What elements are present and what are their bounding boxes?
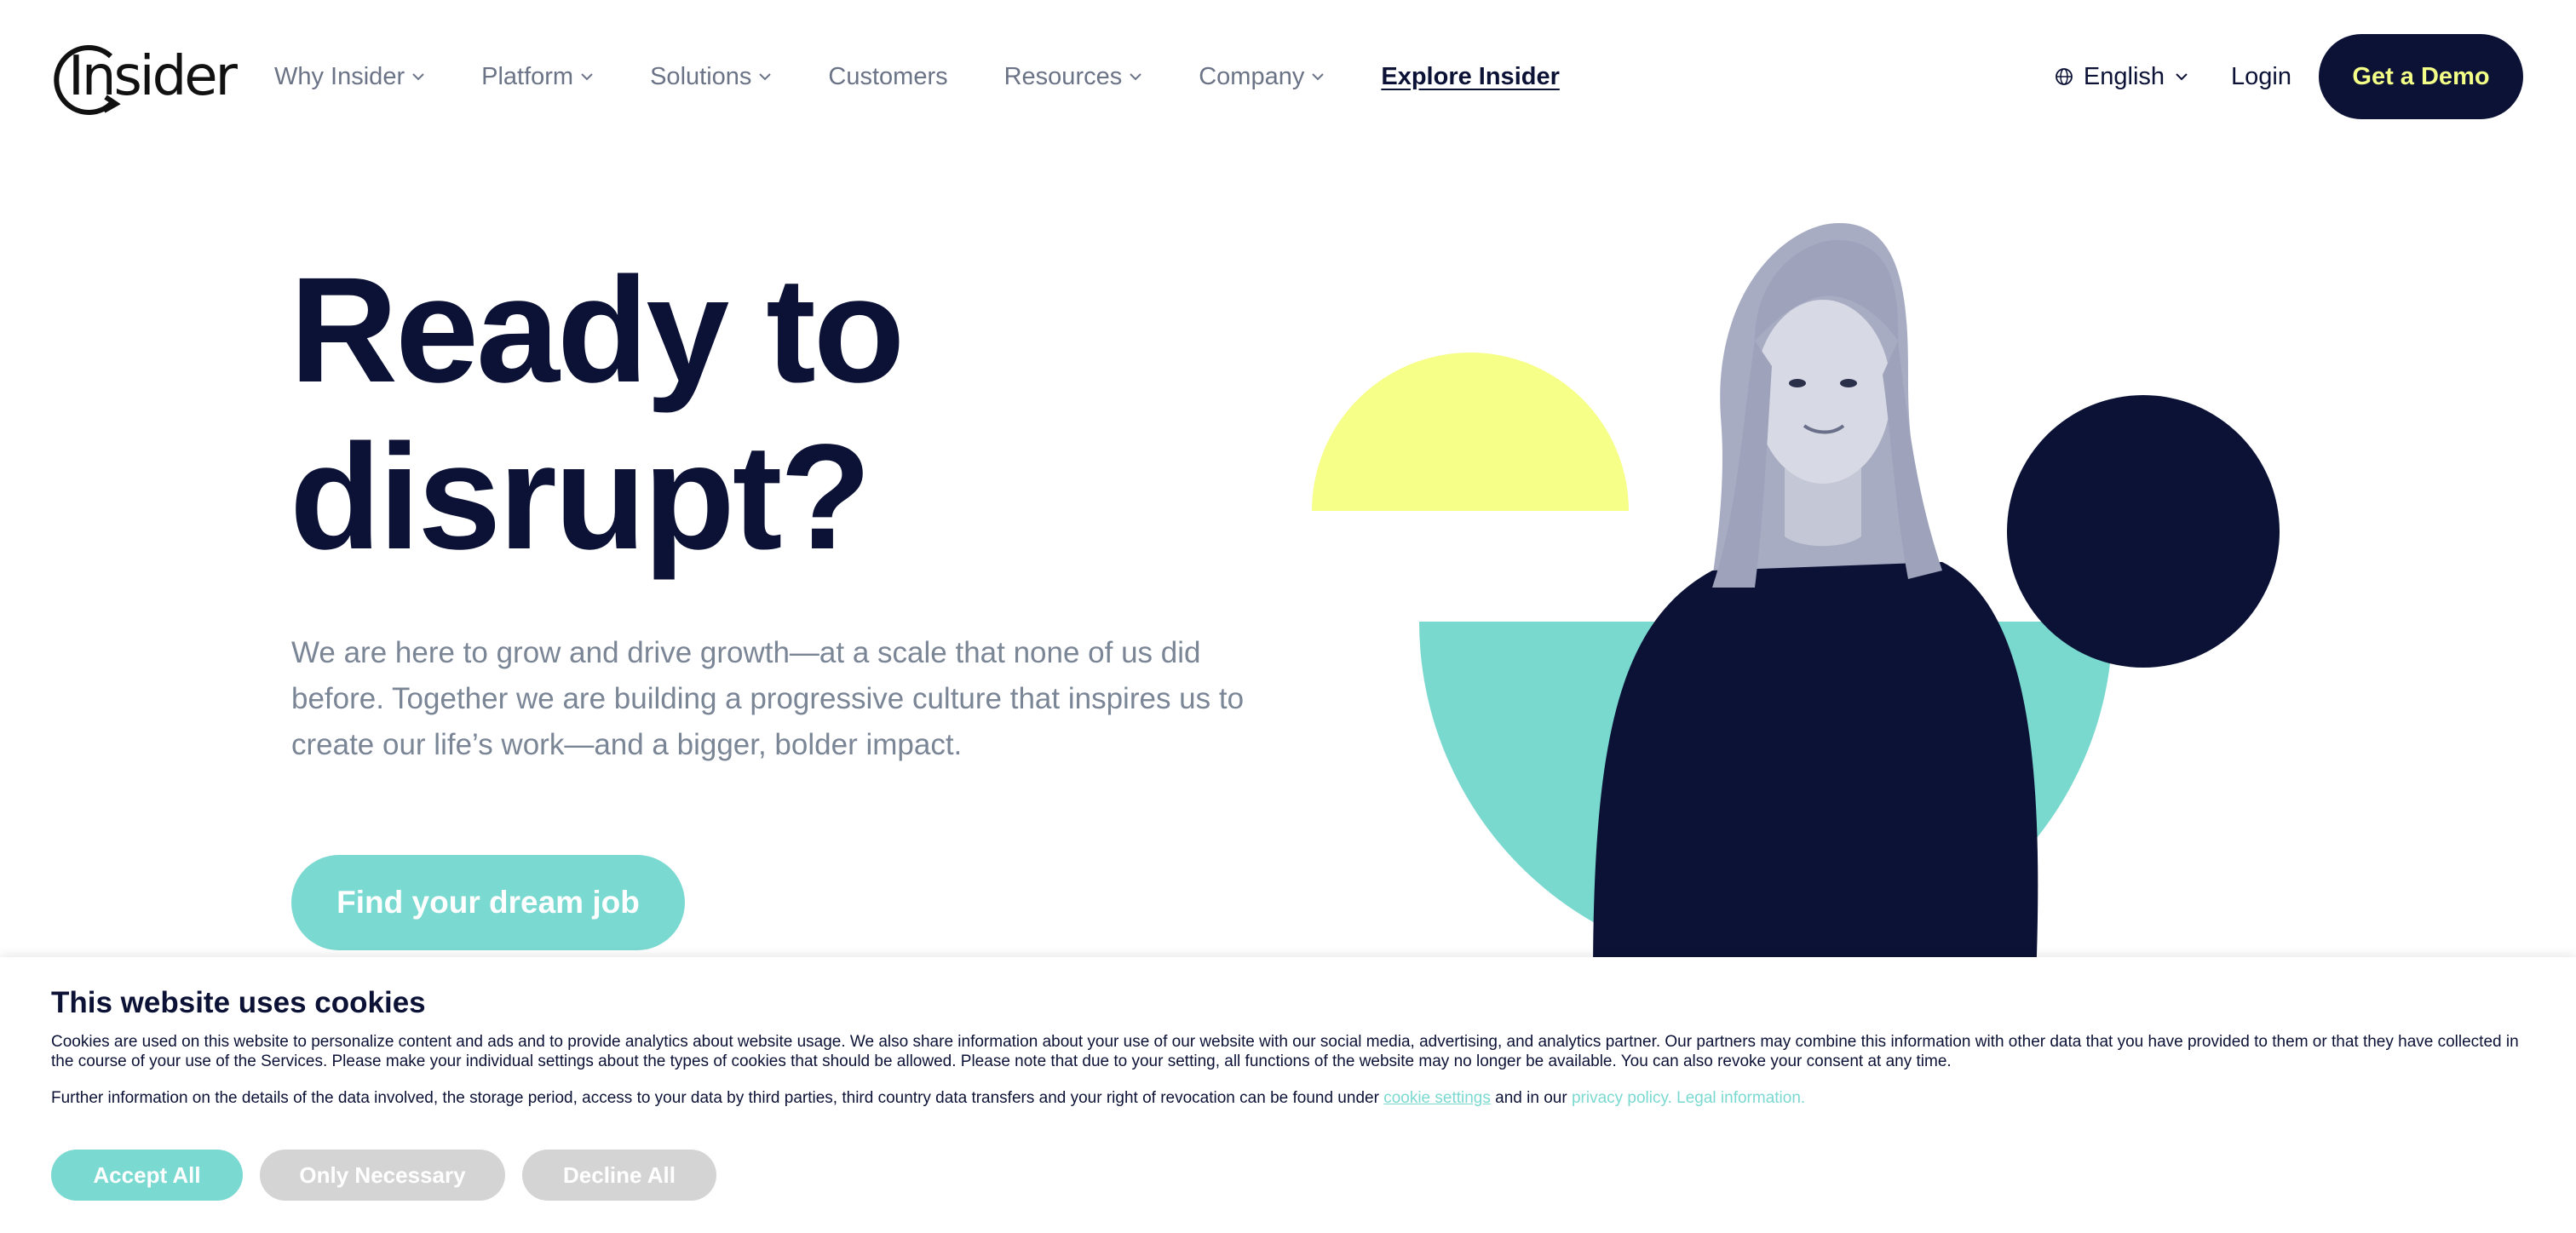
language-selector[interactable]: English (2055, 63, 2188, 91)
hero-description: We are here to grow and drive growth—at … (291, 636, 1245, 761)
nav-solutions[interactable]: Solutions (650, 63, 772, 91)
cookie-settings-link[interactable]: cookie settings (1383, 1089, 1491, 1107)
hero-illustration (1312, 222, 2280, 979)
nav-label: Customers (828, 62, 948, 90)
hero-title-line1: Ready to (290, 247, 905, 414)
login-link[interactable]: Login (2231, 63, 2291, 91)
header-actions: English Login Get a Demo (2055, 34, 2523, 119)
main-nav: Why Insider Platform Solutions Customers… (274, 51, 1560, 102)
logo-text: Insider (68, 45, 238, 108)
cookie-title: This website uses cookies (51, 986, 426, 1019)
page: Insider Why Insider Platform Solutions C… (0, 0, 2576, 1233)
nav-customers[interactable]: Customers (828, 63, 947, 91)
nav-resources[interactable]: Resources (1004, 63, 1143, 91)
yellow-half-circle (1312, 353, 1629, 511)
chevron-down-icon (2176, 73, 2188, 81)
nav-label: Why Insider (274, 62, 405, 90)
insider-logo[interactable]: Insider (51, 34, 238, 119)
cookie-and-in-our: and in our (1495, 1089, 1567, 1107)
nav-company[interactable]: Company (1199, 63, 1325, 91)
cookie-body: Cookies are used on this website to pers… (51, 1033, 2519, 1070)
chevron-down-icon (412, 73, 424, 81)
chevron-down-icon (759, 73, 772, 81)
cookie-buttons: Accept All Only Necessary Decline All (51, 1150, 716, 1201)
nav-label: Platform (481, 62, 574, 90)
nav-label: Resources (1003, 62, 1123, 90)
find-dream-job-button[interactable]: Find your dream job (291, 855, 685, 950)
navy-circle (2007, 395, 2280, 668)
person-photo (1593, 222, 2038, 979)
nav-why-insider[interactable]: Why Insider (274, 63, 425, 91)
hero-title: Ready to disrupt? (290, 247, 1056, 581)
accept-all-button[interactable]: Accept All (51, 1150, 243, 1201)
cookie-further-prefix: Further information on the details of th… (51, 1089, 1379, 1107)
nav-label: Company (1199, 62, 1305, 90)
hero-title-line2: disrupt? (290, 414, 871, 581)
chevron-down-icon (1130, 73, 1141, 81)
decline-all-button[interactable]: Decline All (522, 1150, 716, 1201)
language-label: English (2083, 62, 2165, 90)
only-necessary-button[interactable]: Only Necessary (260, 1150, 505, 1201)
privacy-policy-link[interactable]: privacy policy. (1572, 1089, 1672, 1107)
cookie-banner: This website uses cookies Cookies are us… (0, 957, 2576, 1233)
legal-information-link[interactable]: Legal information. (1676, 1089, 1805, 1107)
nav-platform[interactable]: Platform (481, 63, 594, 91)
chevron-down-icon (1312, 73, 1325, 81)
nav-explore-insider[interactable]: Explore Insider (1381, 63, 1560, 91)
site-header: Insider Why Insider Platform Solutions C… (0, 0, 2576, 153)
cookie-further-info: Further information on the details of th… (51, 1088, 2521, 1108)
chevron-down-icon (581, 73, 593, 81)
nav-label: Solutions (650, 62, 752, 90)
get-demo-button[interactable]: Get a Demo (2319, 34, 2523, 119)
globe-icon (2056, 68, 2073, 85)
